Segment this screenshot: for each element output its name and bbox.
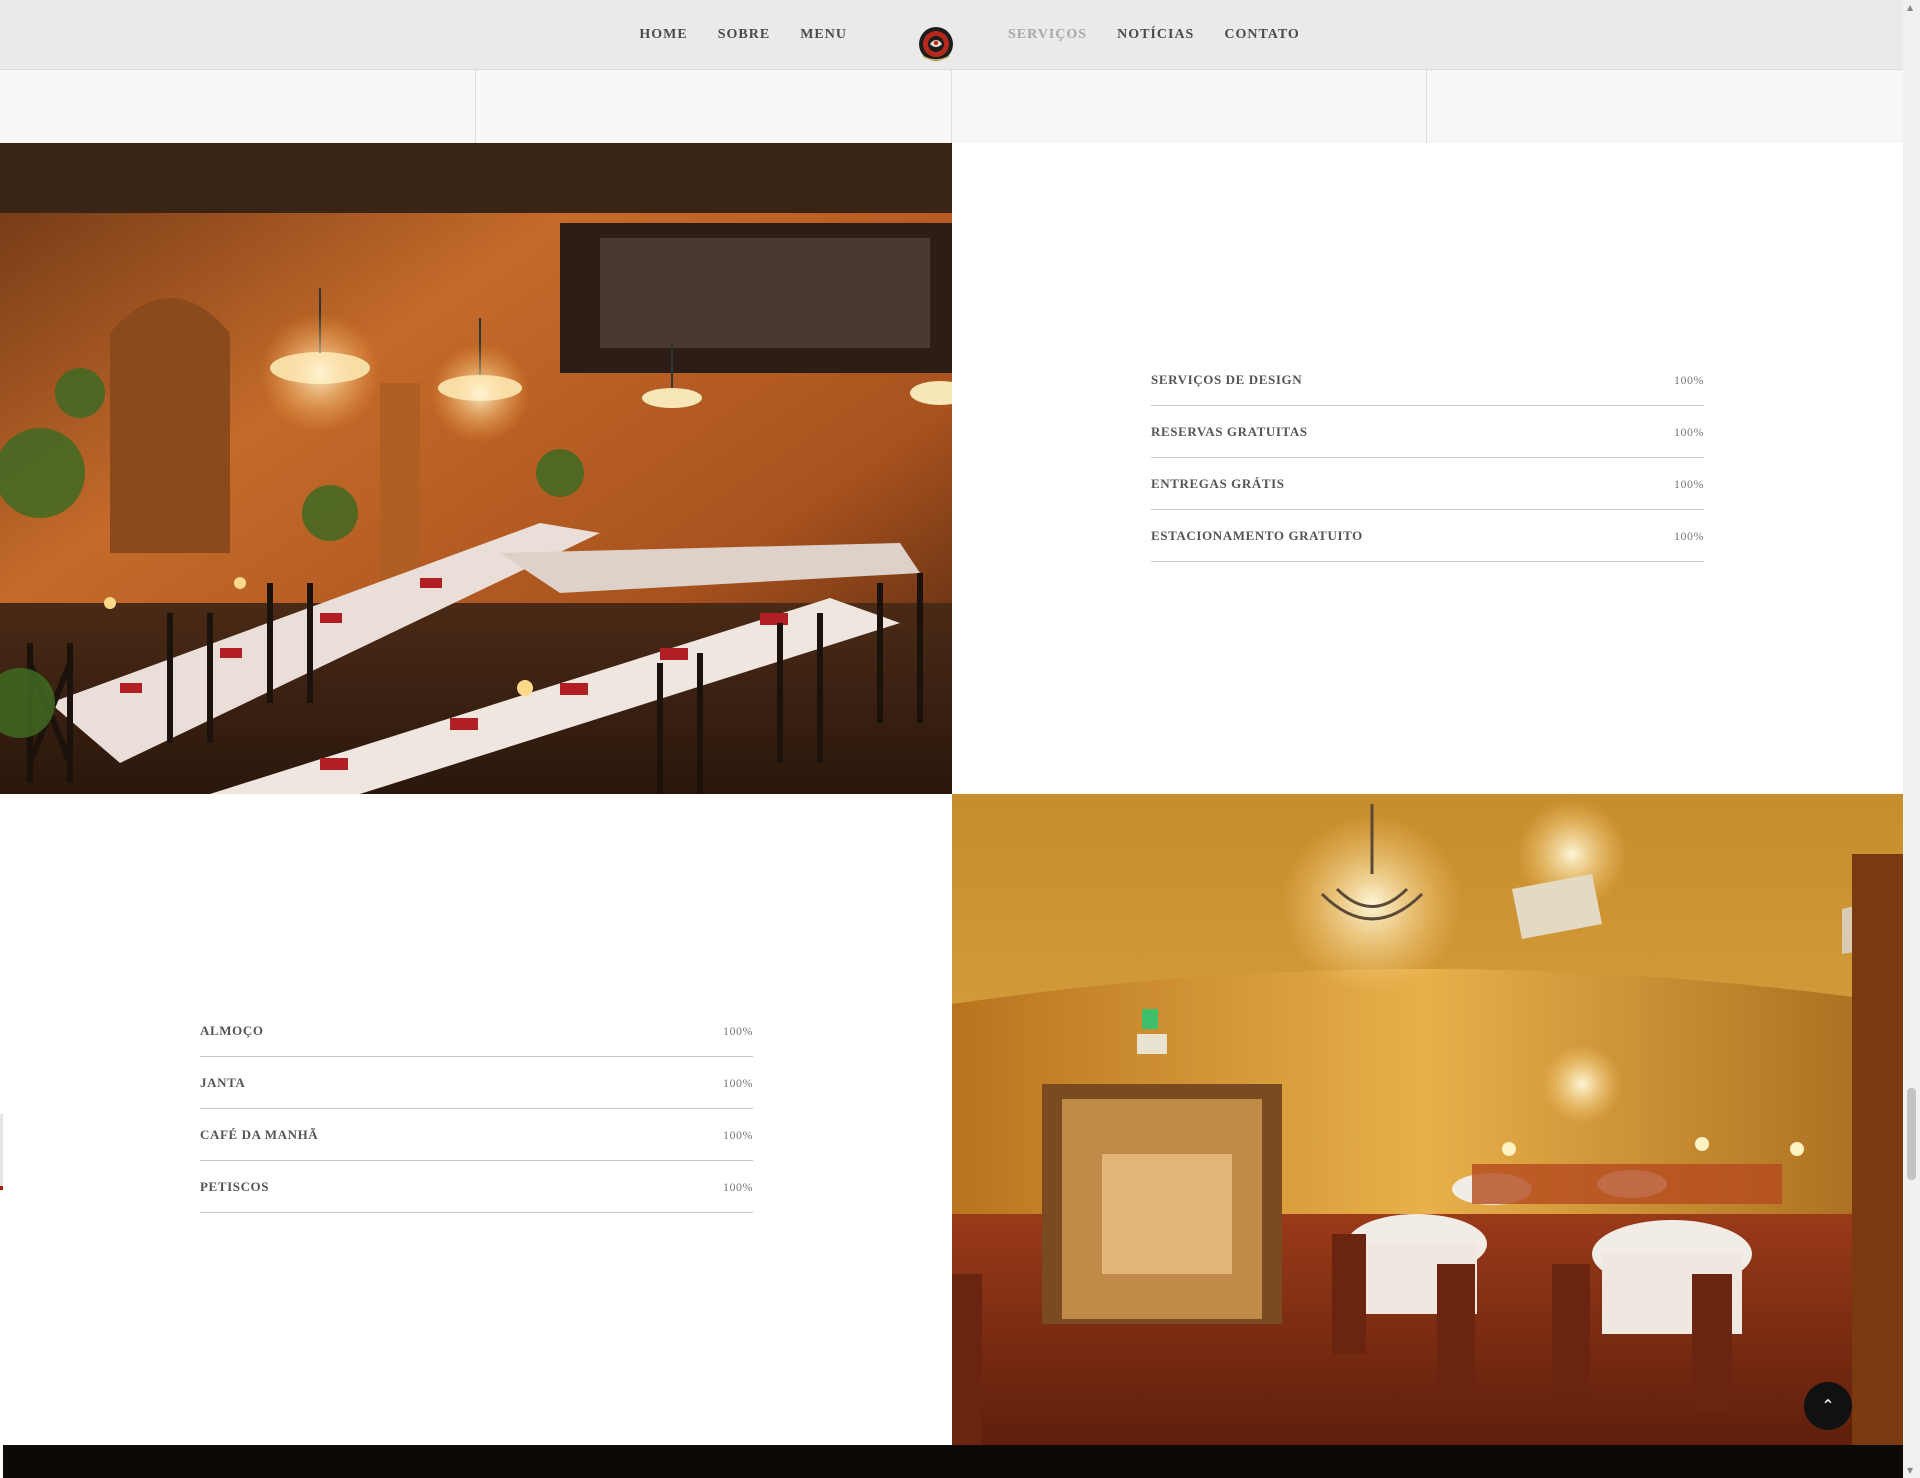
column-divider bbox=[475, 70, 476, 143]
nav-link-noticias[interactable]: NOTÍCIAS bbox=[1117, 27, 1194, 43]
services-list-primary: SERVIÇOS DE DESIGN 100% RESERVAS GRATUIT… bbox=[1151, 355, 1704, 563]
service-label: ESTACIONAMENTO GRATUITO bbox=[1151, 528, 1363, 543]
service-label: ENTREGAS GRÁTIS bbox=[1151, 476, 1285, 491]
nav-link-menu[interactable]: MENU bbox=[800, 27, 847, 43]
dining-hall-photo bbox=[952, 794, 1903, 1445]
service-percent: 100% bbox=[723, 1075, 753, 1090]
nav-link-servicos[interactable]: SERVIÇOS bbox=[1008, 27, 1087, 43]
scrollbar-thumb[interactable] bbox=[1907, 1088, 1916, 1180]
services-list-secondary: ALMOÇO 100% JANTA 100% CAFÉ DA MANHÃ 100… bbox=[200, 1006, 753, 1214]
service-percent: 100% bbox=[723, 1023, 753, 1038]
service-label: RESERVAS GRATUITAS bbox=[1151, 424, 1308, 439]
service-row: CAFÉ DA MANHÃ 100% bbox=[200, 1110, 753, 1161]
service-row: RESERVAS GRATUITAS 100% bbox=[1151, 407, 1704, 458]
service-label: CAFÉ DA MANHÃ bbox=[200, 1127, 319, 1142]
restaurant-logo[interactable] bbox=[916, 24, 956, 64]
scroll-down-arrow-icon[interactable]: ▼ bbox=[1907, 1466, 1913, 1475]
service-percent: 100% bbox=[1674, 424, 1704, 439]
chevron-up-icon: ⌃ bbox=[1821, 1396, 1835, 1415]
service-label: SERVIÇOS DE DESIGN bbox=[1151, 372, 1303, 387]
service-row: ENTREGAS GRÁTIS 100% bbox=[1151, 459, 1704, 510]
service-percent: 100% bbox=[1674, 528, 1704, 543]
service-row: SERVIÇOS DE DESIGN 100% bbox=[1151, 355, 1704, 406]
page-scrollbar[interactable]: ▲ ▼ bbox=[1903, 0, 1920, 1478]
nav-link-contato[interactable]: CONTATO bbox=[1224, 27, 1299, 43]
service-label: ALMOÇO bbox=[200, 1023, 264, 1038]
service-row: JANTA 100% bbox=[200, 1058, 753, 1109]
scroll-to-top-button[interactable]: ⌃ bbox=[1804, 1382, 1852, 1430]
footer-bar bbox=[3, 1445, 1903, 1478]
nav-link-home[interactable]: HOME bbox=[639, 27, 687, 43]
service-row: ESTACIONAMENTO GRATUITO 100% bbox=[1151, 511, 1704, 562]
side-tab-handle[interactable] bbox=[0, 1114, 3, 1190]
service-label: PETISCOS bbox=[200, 1179, 270, 1194]
nav-link-sobre[interactable]: SOBRE bbox=[718, 27, 770, 43]
service-row: ALMOÇO 100% bbox=[200, 1006, 753, 1057]
header-nav-bar: HOME SOBRE MENU SERVIÇOS NOTÍCIAS CONTAT… bbox=[0, 0, 1903, 70]
scroll-up-arrow-icon[interactable]: ▲ bbox=[1907, 3, 1913, 12]
service-percent: 100% bbox=[723, 1179, 753, 1194]
service-percent: 100% bbox=[1674, 476, 1704, 491]
nav-right: SERVIÇOS NOTÍCIAS CONTATO bbox=[993, 0, 1315, 69]
service-row: PETISCOS 100% bbox=[200, 1162, 753, 1213]
nav-left: HOME SOBRE MENU bbox=[624, 0, 862, 69]
column-divider bbox=[1426, 70, 1427, 143]
column-strip bbox=[0, 70, 1903, 143]
dining-room-photo bbox=[0, 143, 952, 794]
service-percent: 100% bbox=[723, 1127, 753, 1142]
service-label: JANTA bbox=[200, 1075, 246, 1090]
column-divider bbox=[951, 70, 952, 143]
service-percent: 100% bbox=[1674, 372, 1704, 387]
